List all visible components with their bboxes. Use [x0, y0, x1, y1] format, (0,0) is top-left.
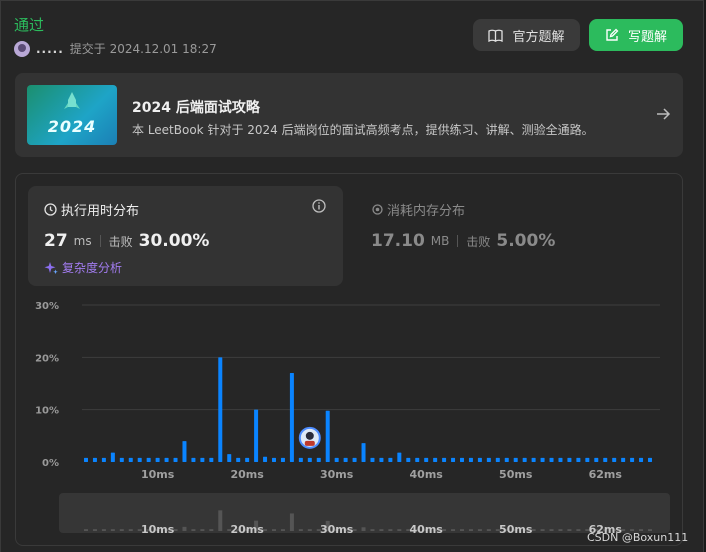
memory-beat-value: 5.00% — [496, 231, 556, 251]
divider — [457, 235, 459, 247]
book-cover-year: 2024 — [47, 117, 97, 136]
write-solution-label: 写题解 — [627, 29, 667, 45]
divider — [99, 235, 101, 247]
info-icon[interactable] — [312, 199, 326, 213]
edit-icon — [606, 28, 619, 41]
runtime-stats: 27 ms 击败 30.00% — [44, 231, 209, 251]
user-name[interactable]: ..... — [36, 42, 64, 56]
write-solution-button[interactable]: 写题解 — [589, 19, 683, 51]
memory-value: 17.10 — [371, 231, 425, 251]
range-slider-track[interactable] — [59, 493, 670, 533]
official-solution-button[interactable]: 官方题解 — [473, 19, 580, 51]
book-cover: 2024 — [27, 85, 117, 145]
user-avatar[interactable] — [14, 40, 30, 57]
status-accepted: 通过 — [14, 16, 45, 34]
sparkle-icon — [44, 261, 58, 274]
runtime-beat-value: 30.00% — [138, 231, 210, 251]
chip-icon — [372, 204, 383, 215]
complexity-analysis-label: 复杂度分析 — [62, 261, 123, 275]
runtime-unit: ms — [73, 234, 92, 248]
runtime-value: 27 — [44, 231, 68, 251]
book-icon — [488, 29, 504, 42]
banner-description: 本 LeetBook 针对于 2024 后端岗位的面试高频考点，提供练习、讲解、… — [132, 123, 594, 137]
memory-unit: MB — [430, 234, 450, 248]
rocket-icon — [64, 92, 80, 109]
arrow-right-icon — [657, 108, 671, 120]
runtime-label: 执行用时分布 — [44, 200, 139, 219]
csdn-watermark: CSDN @Boxun111 — [587, 531, 689, 544]
memory-stats: 17.10 MB 击败 5.00% — [371, 231, 555, 251]
submitted-time: 提交于 2024.12.01 18:27 — [69, 42, 217, 56]
runtime-label-text: 执行用时分布 — [61, 204, 140, 219]
complexity-analysis-link[interactable]: 复杂度分析 — [44, 259, 122, 276]
submission-meta: ..... 提交于 2024.12.01 18:27 — [14, 40, 217, 57]
runtime-beat-label: 击败 — [108, 234, 133, 249]
banner-title: 2024 后端面试攻略 — [132, 100, 260, 116]
official-solution-label: 官方题解 — [512, 29, 565, 45]
memory-tab[interactable]: 消耗内存分布 — [371, 200, 465, 219]
clock-icon — [44, 203, 57, 216]
leetbook-banner[interactable]: 2024 2024 后端面试攻略 本 LeetBook 针对于 2024 后端岗… — [15, 73, 683, 157]
memory-beat-label: 击败 — [466, 234, 491, 249]
memory-label-text: 消耗内存分布 — [387, 204, 466, 219]
